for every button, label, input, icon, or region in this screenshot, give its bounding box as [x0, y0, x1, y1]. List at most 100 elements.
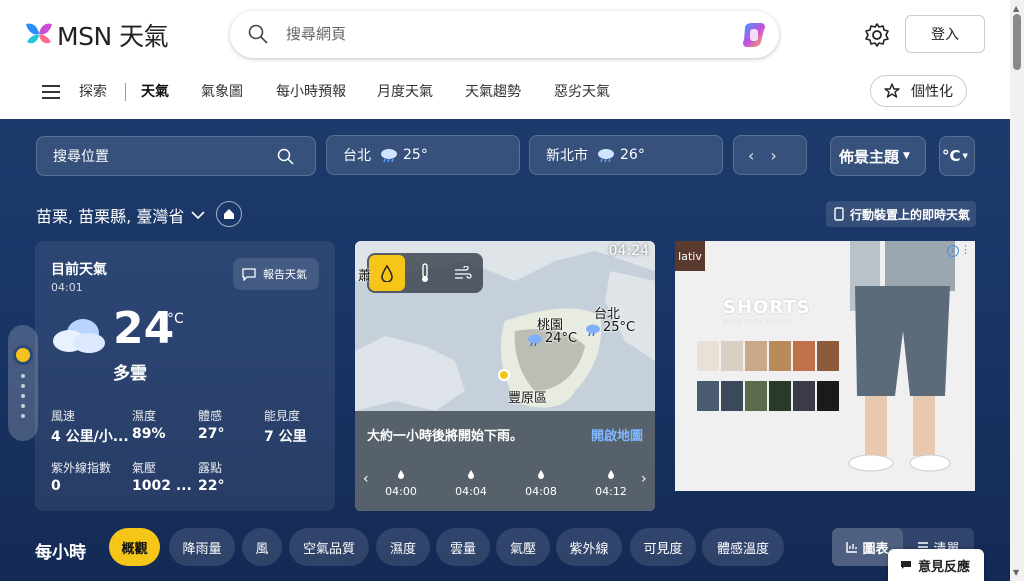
color-swatch [697, 381, 719, 411]
stat-pressure: 氣壓 1002 ... [132, 459, 192, 494]
ad-subline: 2023 COLLECTION [723, 319, 794, 326]
wind-layer-button[interactable] [445, 255, 481, 291]
timeline-next-icon[interactable]: › [641, 471, 647, 487]
city-name: 新北市 [546, 148, 588, 164]
wind-icon [455, 266, 472, 279]
timeline-time: 04:12 [595, 485, 627, 498]
city-chip-taipei[interactable]: 台北 25° [326, 135, 520, 175]
color-swatch [745, 341, 767, 371]
scroll-thumb[interactable] [1013, 14, 1021, 70]
timeline-prev-icon[interactable]: ‹ [363, 471, 369, 487]
ad-more-icon[interactable]: ⋮ [960, 243, 971, 256]
report-weather-button[interactable]: 報告天氣 [233, 258, 319, 290]
current-temperature: 24 [113, 303, 175, 354]
droplet-icon [398, 470, 404, 479]
stat-label: 露點 [198, 461, 223, 475]
stat-value: 0 [51, 478, 61, 494]
top-bar: MSN 天氣 登入 [0, 0, 1010, 68]
chip-cloud-cover[interactable]: 雲量 [436, 528, 490, 566]
stat-humidity: 濕度 89% [132, 407, 166, 442]
chip-precipitation[interactable]: 降雨量 [169, 528, 235, 566]
nav-hourly[interactable]: 每小時預報 [276, 81, 346, 101]
chip-feels-like[interactable]: 體感溫度 [702, 528, 784, 566]
nav-trends[interactable]: 天氣趨勢 [465, 81, 521, 101]
stat-wind: 風速 4 公里/小... [51, 407, 129, 446]
search-icon [277, 148, 294, 165]
login-button[interactable]: 登入 [905, 15, 985, 53]
stat-label: 紫外線指數 [51, 461, 112, 475]
rain-message: 大約一小時後將開始下雨。 [367, 429, 524, 444]
stat-value: 4 公里/小... [51, 429, 129, 445]
side-panel-toggle[interactable] [8, 325, 38, 441]
city-temp: 25° [403, 147, 428, 163]
prev-arrow-icon[interactable]: ‹ [748, 146, 754, 165]
personalize-button[interactable]: 個性化 [870, 75, 967, 107]
nav-weather[interactable]: 天氣 [141, 81, 169, 101]
timeline-item[interactable]: 04:00 [381, 469, 421, 498]
chip-pressure[interactable]: 氣壓 [496, 528, 550, 566]
nav-explore[interactable]: 探索 [79, 81, 107, 101]
next-arrow-icon[interactable]: › [770, 146, 776, 165]
color-swatch [817, 381, 839, 411]
timeline-item[interactable]: 04:12 [591, 469, 631, 498]
timeline-time: 04:08 [525, 485, 557, 498]
droplet-icon [538, 470, 544, 479]
chip-wind[interactable]: 風 [242, 528, 282, 566]
location-selector[interactable]: 苗栗, 苗栗縣, 臺灣省 [36, 203, 206, 227]
mobile-label: 行動裝置上的即時天氣 [850, 207, 971, 222]
scroll-up-icon[interactable]: ▲ [1013, 4, 1019, 13]
nav-severe[interactable]: 惡劣天氣 [554, 81, 610, 101]
advertisement[interactable]: lativ SHORTS 2023 COLLECTION i ⋮ [675, 241, 975, 491]
stat-dew-point: 露點 22° [198, 459, 224, 494]
forecast-panel: 大約一小時後將開始下雨。 開啟地圖 ‹ 04:00 04:04 04:08 04… [355, 411, 655, 511]
feedback-label: 意見反應 [918, 559, 971, 575]
scroll-down-icon[interactable]: ▼ [1013, 568, 1019, 577]
msn-logo[interactable]: MSN 天氣 [24, 18, 169, 52]
color-swatch [817, 341, 839, 371]
color-swatch [769, 381, 791, 411]
copilot-icon[interactable] [739, 20, 769, 50]
stat-uv-index: 紫外線指數 0 [51, 459, 111, 494]
temperature-layer-button[interactable] [407, 255, 443, 291]
stat-label: 風速 [51, 409, 76, 423]
page-scrollbar[interactable]: ▲ ▼ [1010, 0, 1024, 581]
feedback-button[interactable]: 意見反應 [888, 549, 984, 581]
hamburger-menu-icon[interactable] [42, 85, 60, 99]
droplet-icon [381, 264, 393, 282]
caret-down-icon: ▼ [962, 152, 968, 160]
location-search[interactable]: 搜尋位置 [36, 136, 316, 176]
stat-feels-like: 體感 27° [198, 407, 224, 442]
chip-humidity[interactable]: 濕度 [376, 528, 430, 566]
nav-weather-map[interactable]: 氣象圖 [201, 81, 243, 101]
theme-dropdown[interactable]: 佈景主題 ▼ [830, 136, 926, 176]
unit-dropdown[interactable]: °C ▼ [939, 136, 975, 176]
search-input[interactable] [286, 23, 706, 45]
droplet-icon [468, 470, 474, 479]
color-swatch [769, 341, 791, 371]
precipitation-layer-button[interactable] [369, 255, 405, 291]
home-location-icon[interactable] [216, 201, 242, 227]
mobile-live-weather-button[interactable]: 行動裝置上的即時天氣 [826, 201, 976, 227]
nav-monthly[interactable]: 月度天氣 [377, 81, 433, 101]
radar-map[interactable]: 04:24 蕭 桃園 24°C 台北 25°C 豐原區 大約一小時後將開始下雨。… [355, 241, 655, 511]
settings-gear-icon[interactable] [864, 22, 890, 48]
map-city-label: 豐原區 [508, 391, 548, 406]
stat-value: 27° [198, 426, 225, 442]
current-location-marker [498, 369, 510, 381]
location-name: 苗栗, 苗栗縣, 臺灣省 [36, 207, 185, 226]
chip-overview[interactable]: 概觀 [109, 528, 160, 566]
chip-air-quality[interactable]: 空氣品質 [289, 528, 369, 566]
ad-info-icon[interactable]: i [947, 245, 959, 257]
dot-icon [21, 404, 25, 408]
timeline-item[interactable]: 04:08 [521, 469, 561, 498]
unit-label: °C [942, 147, 961, 165]
chip-visibility[interactable]: 可見度 [630, 528, 696, 566]
open-map-link[interactable]: 開啟地圖 [591, 425, 643, 444]
timeline-item[interactable]: 04:04 [451, 469, 491, 498]
cloudy-icon [53, 319, 105, 353]
web-search-box[interactable] [230, 11, 779, 58]
rain-cloud-icon [381, 149, 397, 163]
chip-uv[interactable]: 紫外線 [556, 528, 622, 566]
city-chip-new-taipei[interactable]: 新北市 26° [529, 135, 723, 175]
droplet-icon [608, 470, 614, 479]
